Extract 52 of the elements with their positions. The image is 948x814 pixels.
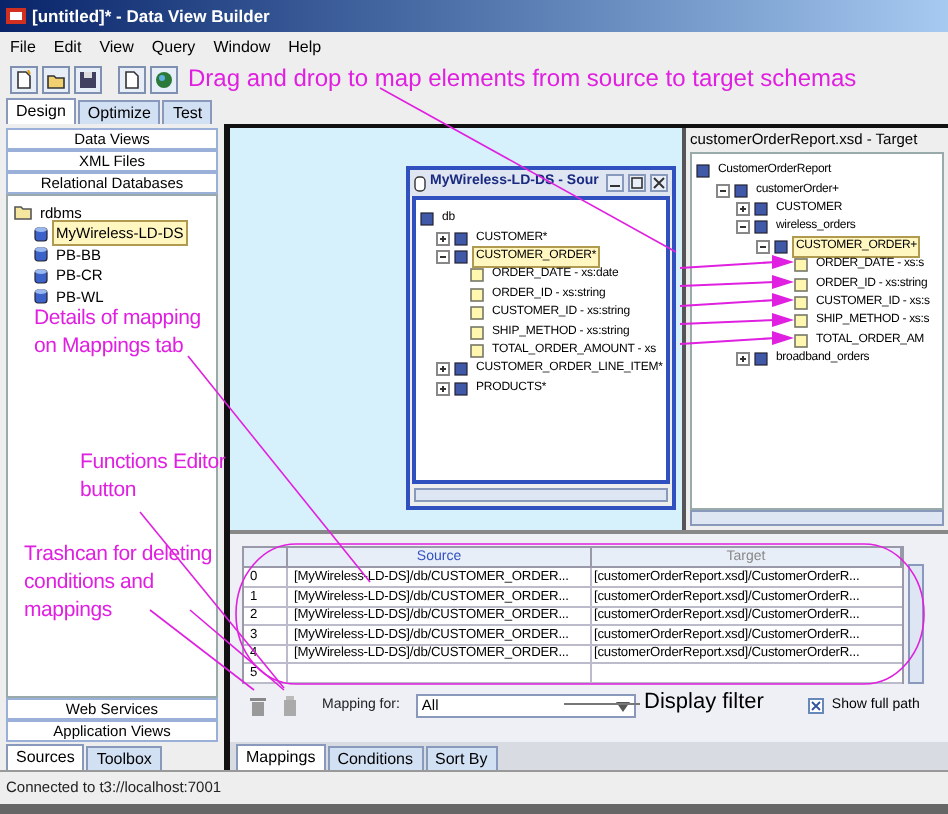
tab[interactable]: Design: [6, 98, 76, 124]
annotation-text: Display filter: [644, 688, 766, 718]
page-icon[interactable]: [118, 65, 146, 93]
expander-icon[interactable]: [436, 249, 450, 264]
app-icon: [6, 6, 26, 26]
tab[interactable]: Optimize: [77, 100, 161, 124]
mapping-arrow: [679, 331, 794, 345]
window-title: [untitled]* - Data View Builder: [32, 3, 270, 29]
globe-icon[interactable]: [150, 65, 178, 93]
menu-item[interactable]: Query: [151, 35, 196, 59]
expander-icon[interactable]: [736, 220, 750, 235]
close-icon[interactable]: [650, 174, 668, 192]
expander-icon[interactable]: [436, 231, 450, 246]
expander-icon[interactable]: [436, 381, 450, 396]
mapping-arrow: [679, 313, 794, 327]
open-folder-icon[interactable]: [42, 65, 70, 93]
menu-item[interactable]: View: [99, 35, 134, 59]
tab[interactable]: Mappings: [236, 744, 326, 770]
menu-item[interactable]: File: [10, 35, 36, 59]
leader-line: [563, 703, 641, 705]
scrollbar[interactable]: [690, 510, 944, 526]
show-full-path-checkbox[interactable]: [807, 698, 824, 714]
element-icon: [696, 164, 710, 179]
scrollbar[interactable]: [414, 488, 668, 502]
tab[interactable]: Sources: [6, 744, 85, 770]
expander-icon[interactable]: [756, 239, 770, 254]
annotation-text: Drag and drop to map elements from source to target schemas: [188, 64, 859, 94]
menu-item[interactable]: Help: [288, 35, 322, 59]
expander-icon[interactable]: [716, 183, 730, 198]
new-file-icon[interactable]: [10, 65, 38, 93]
expander-icon[interactable]: [436, 362, 450, 377]
trash-icon[interactable]: [246, 692, 270, 720]
scrollbar[interactable]: [908, 564, 924, 684]
menu-item[interactable]: Edit: [53, 35, 82, 59]
tab[interactable]: Toolbox: [86, 746, 162, 770]
tab[interactable]: Conditions: [327, 746, 423, 770]
expander-icon[interactable]: [736, 201, 750, 216]
mapping-arrow: [679, 275, 794, 289]
minimize-icon[interactable]: [606, 174, 624, 192]
element-icon: [420, 212, 434, 227]
tab[interactable]: Test: [162, 100, 213, 124]
save-icon[interactable]: [74, 65, 102, 93]
annotation-text: Details of mapping on Mappings tab: [34, 304, 203, 360]
expander-icon[interactable]: [736, 352, 750, 367]
mapping-arrow: [679, 293, 794, 307]
mapping-arrow: [679, 255, 794, 269]
tab[interactable]: Sort By: [425, 746, 498, 770]
folder-icon: [14, 204, 32, 221]
dropdown-caret-icon: [615, 701, 630, 711]
element-icon: [754, 352, 768, 367]
maximize-icon[interactable]: [628, 174, 646, 192]
menu-item[interactable]: Window: [213, 35, 271, 59]
